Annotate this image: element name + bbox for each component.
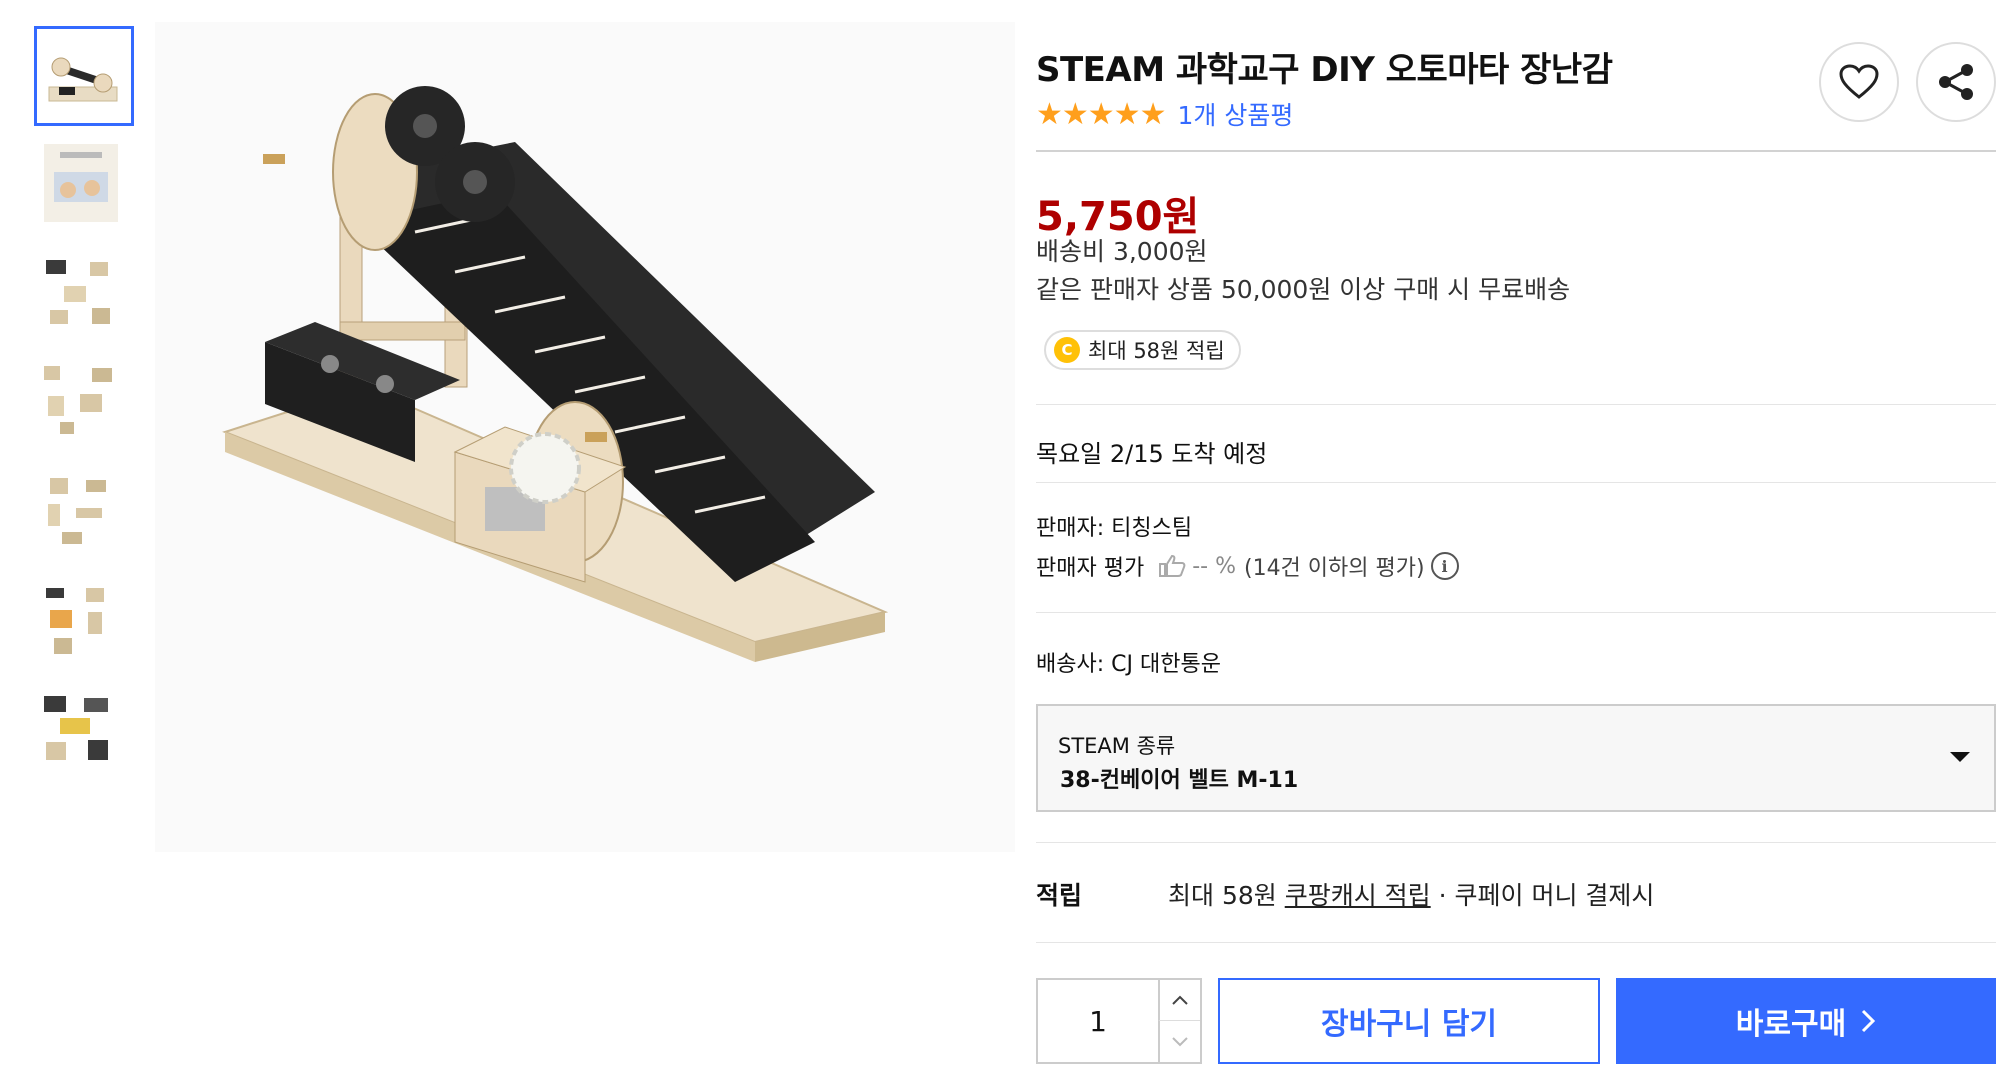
coin-icon: C (1054, 337, 1080, 363)
buy-now-label: 바로구매 (1735, 1007, 1847, 1042)
chevron-right-icon (1862, 1009, 1876, 1033)
quantity-input[interactable]: 1 (1038, 980, 1158, 1062)
divider (1036, 942, 1996, 943)
review-count-link[interactable]: 1개 상품평 (1177, 96, 1293, 132)
star-rating: ★★★★★ (1036, 96, 1166, 132)
quantity-increase-button[interactable] (1158, 980, 1200, 1021)
carrier: 배송사: CJ 대한통운 (1036, 652, 1221, 677)
divider (1036, 482, 1996, 483)
thumbnail-5[interactable] (34, 466, 134, 566)
chevron-down-icon (1172, 1036, 1188, 1046)
buy-now-button[interactable]: 바로구매 (1616, 978, 1996, 1064)
product-title: STEAM 과학교구 DIY 오토마타 장난감 (1036, 50, 1613, 90)
seller-rating-row: 판매자 평가 -- % (14건 이하의 평가) i (1036, 550, 1459, 582)
free-shipping-note: 같은 판매자 상품 50,000원 이상 구매 시 무료배송 (1036, 275, 1571, 304)
thumbnail-6[interactable] (34, 576, 134, 676)
heart-icon (1839, 64, 1879, 99)
divider (1036, 150, 1996, 152)
option-select[interactable]: STEAM 종류 38-컨베이어 벨트 M-11 (1036, 704, 1996, 812)
info-icon[interactable]: i (1430, 552, 1459, 580)
thumbnail-3[interactable] (34, 246, 134, 346)
seller-rating-label: 판매자 평가 (1036, 556, 1145, 581)
thumbs-up-icon (1159, 554, 1186, 577)
cash-reward-badge: C 최대 58원 적립 (1044, 330, 1241, 370)
option-selected-value: 38-컨베이어 벨트 M-11 (1060, 768, 1299, 793)
thumbnail-2[interactable] (34, 136, 134, 236)
add-to-cart-label: 장바구니 담기 (1320, 1007, 1498, 1042)
thumbnail-1[interactable] (34, 26, 134, 126)
seller-rating-value: -- % (1192, 553, 1236, 579)
wishlist-button[interactable] (1819, 42, 1899, 122)
cash-reward-label: 최대 58원 적립 (1088, 339, 1225, 363)
main-product-image (155, 22, 1015, 852)
reward-text: 최대 58원 쿠팡캐시 적립 · 쿠페이 머니 결제시 (1168, 876, 1654, 912)
reward-suffix: · 쿠페이 머니 결제시 (1438, 881, 1655, 910)
rating-row: ★★★★★ 1개 상품평 (1036, 96, 1293, 132)
product-info-panel: STEAM 과학교구 DIY 오토마타 장난감 ★★★★★ 1개 상품평 5,7… (1036, 0, 1996, 1078)
thumbnail-7[interactable] (34, 686, 134, 786)
quantity-stepper: 1 (1036, 978, 1202, 1064)
divider (1036, 842, 1996, 843)
thumbnail-4[interactable] (34, 356, 134, 456)
option-label: STEAM 종류 (1058, 734, 1176, 758)
share-button[interactable] (1916, 42, 1996, 122)
reward-prefix: 최대 58원 (1168, 881, 1277, 910)
reward-label: 적립 (1036, 881, 1083, 910)
shipping-fee: 배송비 3,000원 (1036, 237, 1208, 266)
divider (1036, 404, 1996, 405)
coupang-cash-link[interactable]: 쿠팡캐시 적립 (1285, 881, 1431, 910)
divider (1036, 612, 1996, 613)
seller-name: 판매자: 티칭스팀 (1036, 516, 1193, 541)
chevron-down-icon (1950, 752, 1970, 762)
arrival-date: 목요일 2/15 도착 예정 (1036, 440, 1268, 468)
chevron-up-icon (1172, 995, 1188, 1005)
quantity-decrease-button[interactable] (1158, 1021, 1200, 1062)
share-icon (1939, 64, 1973, 100)
add-to-cart-button[interactable]: 장바구니 담기 (1218, 978, 1600, 1064)
seller-rating-note: (14건 이하의 평가) (1243, 556, 1425, 581)
